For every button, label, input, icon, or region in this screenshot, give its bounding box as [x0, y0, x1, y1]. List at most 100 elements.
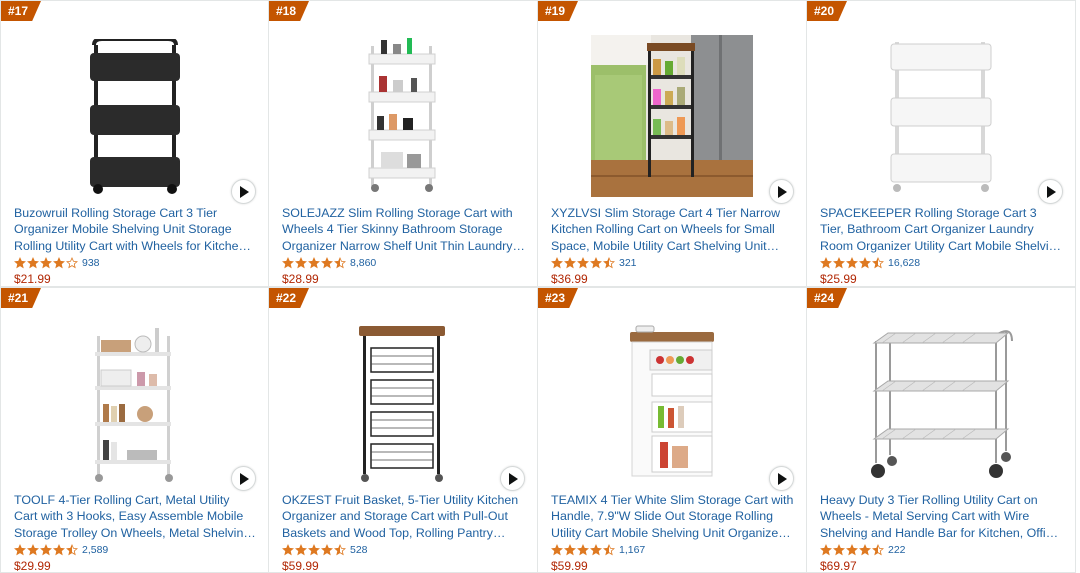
star-full-icon [282, 257, 294, 269]
rating[interactable]: 938 [14, 255, 100, 271]
play-video-button[interactable] [500, 466, 525, 491]
product-image[interactable] [538, 318, 806, 488]
rank-badge: #21 [1, 288, 41, 308]
rank-badge: #24 [807, 288, 847, 308]
rating[interactable]: 528 [282, 542, 368, 558]
product-image[interactable] [1, 31, 268, 201]
product-title-link[interactable]: Buzowruil Rolling Storage Cart 3 Tier Or… [14, 205, 256, 254]
star-rating [820, 257, 884, 269]
play-video-button[interactable] [1038, 179, 1063, 204]
star-full-icon [859, 257, 871, 269]
price: $21.99 [14, 272, 51, 286]
rating[interactable]: 1,167 [551, 542, 645, 558]
rank-badge: #19 [538, 1, 578, 21]
product-image[interactable] [269, 318, 537, 488]
star-full-icon [308, 257, 320, 269]
rating[interactable]: 321 [551, 255, 637, 271]
star-full-icon [564, 257, 576, 269]
black-basket-cart-image [359, 326, 445, 482]
kitchen-cart-photo [591, 35, 753, 197]
product-title-link[interactable]: SPACEKEEPER Rolling Storage Cart 3 Tier,… [820, 205, 1063, 254]
product-card: #23 TEAMIX 4 Tier White Slim Storage Car… [537, 287, 807, 573]
product-grid: #17 Buzowruil Rolling Storage Cart 3 Tie… [0, 0, 1080, 573]
rank-badge: #23 [538, 288, 578, 308]
review-count[interactable]: 1,167 [619, 544, 645, 556]
star-full-icon [295, 544, 307, 556]
star-full-icon [53, 544, 65, 556]
product-image[interactable] [538, 31, 806, 201]
rank-badge: #18 [269, 1, 309, 21]
product-card: #22 OKZEST Fruit Basket, 5-Tier Utility … [268, 287, 538, 573]
star-full-icon [590, 544, 602, 556]
product-title-link[interactable]: TEAMIX 4 Tier White Slim Storage Cart wi… [551, 492, 794, 541]
star-full-icon [833, 544, 845, 556]
star-full-icon [53, 257, 65, 269]
star-half-icon [334, 257, 346, 269]
play-icon [777, 185, 787, 198]
star-full-icon [564, 544, 576, 556]
play-video-button[interactable] [769, 179, 794, 204]
rank-badge: #17 [1, 1, 41, 21]
star-full-icon [27, 544, 39, 556]
rating[interactable]: 222 [820, 542, 906, 558]
review-count[interactable]: 16,628 [888, 257, 920, 269]
product-title-link[interactable]: SOLEJAZZ Slim Rolling Storage Cart with … [282, 205, 525, 254]
star-full-icon [820, 257, 832, 269]
star-full-icon [577, 544, 589, 556]
star-rating [282, 544, 346, 556]
star-half-icon [872, 544, 884, 556]
star-full-icon [40, 257, 52, 269]
rating[interactable]: 2,589 [14, 542, 108, 558]
review-count[interactable]: 321 [619, 257, 637, 269]
product-card: #20 SPACEKEEPER Rolling Storage Cart 3 T… [806, 0, 1076, 287]
review-count[interactable]: 8,860 [350, 257, 376, 269]
product-title-link[interactable]: Heavy Duty 3 Tier Rolling Utility Cart o… [820, 492, 1063, 541]
review-count[interactable]: 938 [82, 257, 100, 269]
play-icon [239, 472, 249, 485]
star-full-icon [551, 544, 563, 556]
star-full-icon [308, 544, 320, 556]
rating[interactable]: 8,860 [282, 255, 376, 271]
product-image[interactable] [807, 31, 1075, 201]
product-card: #18 SOLEJAZZ Slim Rolling Storage Cart w… [268, 0, 538, 287]
review-count[interactable]: 222 [888, 544, 906, 556]
white-slim-cart-image [368, 38, 436, 192]
price: $28.99 [282, 272, 319, 286]
product-title-link[interactable]: XYZLVSI Slim Storage Cart 4 Tier Narrow … [551, 205, 794, 254]
play-video-button[interactable] [231, 466, 256, 491]
star-full-icon [577, 257, 589, 269]
star-full-icon [859, 544, 871, 556]
play-video-button[interactable] [769, 466, 794, 491]
product-card: #24 Heavy Duty 3 Tier Rolling Utility Ca… [806, 287, 1076, 573]
star-full-icon [590, 257, 602, 269]
star-rating [820, 544, 884, 556]
product-title-link[interactable]: OKZEST Fruit Basket, 5-Tier Utility Kitc… [282, 492, 525, 541]
star-full-icon [295, 257, 307, 269]
product-image[interactable] [1, 318, 268, 488]
star-half-icon [872, 257, 884, 269]
product-title-link[interactable]: TOOLF 4-Tier Rolling Cart, Metal Utility… [14, 492, 256, 541]
star-full-icon [846, 544, 858, 556]
product-card: #19 XYZLVSI Slim Storage Cart 4 Tier Nar… [537, 0, 807, 287]
product-image[interactable] [807, 318, 1075, 488]
star-half-icon [603, 257, 615, 269]
price: $69.97 [820, 559, 857, 573]
star-full-icon [14, 544, 26, 556]
star-rating [14, 544, 78, 556]
price: $25.99 [820, 272, 857, 286]
star-full-icon [321, 257, 333, 269]
product-image[interactable] [269, 31, 537, 201]
review-count[interactable]: 528 [350, 544, 368, 556]
star-full-icon [321, 544, 333, 556]
rating[interactable]: 16,628 [820, 255, 920, 271]
star-half-icon [334, 544, 346, 556]
star-full-icon [282, 544, 294, 556]
play-icon [777, 472, 787, 485]
star-half-icon [66, 544, 78, 556]
chrome-wire-cart-image [871, 330, 1013, 478]
play-video-button[interactable] [231, 179, 256, 204]
review-count[interactable]: 2,589 [82, 544, 108, 556]
white-slide-out-cart-image [630, 325, 714, 477]
star-rating [14, 257, 78, 269]
star-full-icon [551, 257, 563, 269]
